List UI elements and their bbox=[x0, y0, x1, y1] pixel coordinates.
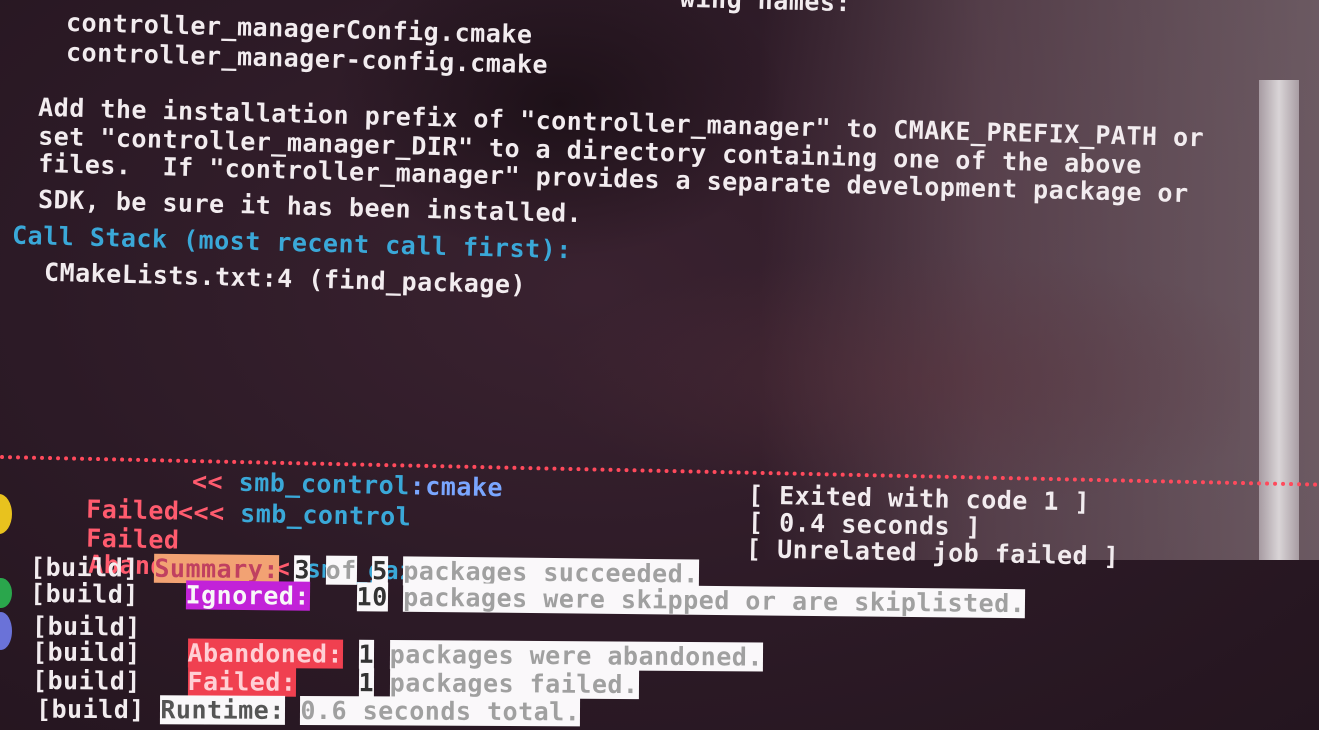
ignored-text: packages were skipped or are skiplisted. bbox=[403, 582, 1026, 619]
build-tag: [build] bbox=[31, 637, 141, 668]
build-tag: [build] bbox=[35, 694, 145, 725]
runtime-label: Runtime: bbox=[160, 695, 285, 725]
build-tag: [build] bbox=[29, 578, 140, 609]
runtime-value: 0.6 seconds total. bbox=[300, 695, 581, 727]
job-package: smb_control bbox=[238, 467, 411, 501]
abandoned-count: 1 bbox=[358, 639, 375, 669]
build-ignored-line: [build] Ignored: 10 packages were skippe… bbox=[29, 578, 1026, 619]
job-line: << smb_control:cmake bbox=[192, 467, 504, 503]
abandoned-text: packages were abandoned. bbox=[389, 639, 764, 672]
desktop-dock-icon bbox=[0, 612, 12, 650]
desktop-dock-icon bbox=[0, 494, 12, 534]
reflection-window-blind bbox=[1259, 80, 1299, 560]
build-tag: [build] bbox=[31, 665, 141, 696]
summary-total: 5 bbox=[372, 556, 388, 586]
summary-of: of bbox=[325, 555, 357, 585]
failed-label: Failed: bbox=[187, 666, 297, 697]
summary-succeeded-count: 3 bbox=[294, 555, 311, 585]
failed-count: 1 bbox=[358, 668, 375, 698]
ignored-label: Ignored: bbox=[185, 580, 311, 611]
job-stage: :cmake bbox=[409, 471, 504, 503]
job-arrows: << bbox=[191, 466, 224, 497]
desktop-dock-icon bbox=[0, 578, 12, 608]
ignored-count: 10 bbox=[356, 582, 388, 612]
build-runtime-line: [build] Runtime: 0.6 seconds total. bbox=[35, 694, 581, 727]
failed-text: packages failed. bbox=[389, 668, 639, 700]
call-stack-entry: CMakeLists.txt:4 (find_package) bbox=[43, 257, 527, 300]
abandoned-label: Abandoned: bbox=[187, 638, 344, 669]
